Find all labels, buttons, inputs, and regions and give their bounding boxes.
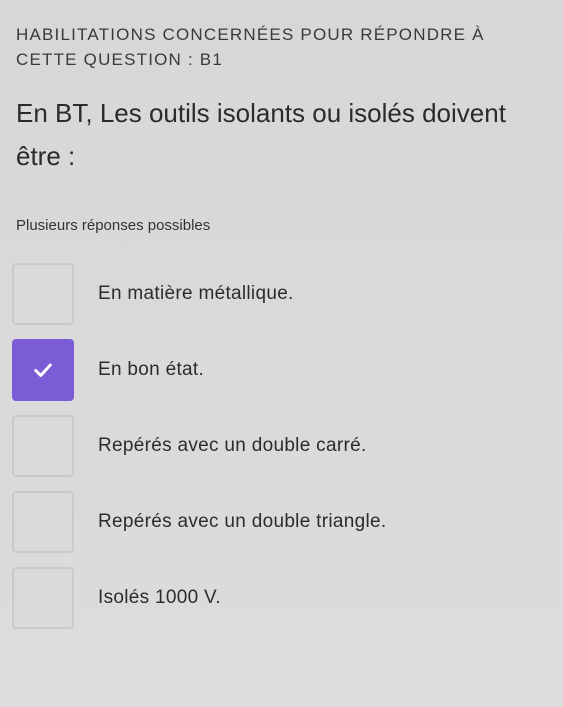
answer-options: En matière métallique. En bon état. Repé… [12,256,552,636]
checkbox-3[interactable] [12,415,74,477]
checkbox-1[interactable] [12,263,74,325]
answer-label-4: Repérés avec un double triangle. [98,511,387,532]
answer-label-2: En bon état. [98,359,205,380]
answer-label-1: En matière métallique. [98,283,294,304]
answer-option-3[interactable]: Repérés avec un double carré. [12,408,552,484]
habilitation-notice: HABILITATIONS CONCERNÉES POUR RÉPONDRE À… [16,25,485,69]
answer-label-5: Isolés 1000 V. [98,587,221,608]
quiz-screen: HABILITATIONS CONCERNÉES POUR RÉPONDRE À… [0,0,563,707]
checkbox-4[interactable] [12,491,74,553]
answer-option-4[interactable]: Repérés avec un double triangle. [12,484,552,560]
answer-label-3: Repérés avec un double carré. [98,435,367,456]
checkmark-icon [34,363,52,377]
answer-option-2[interactable]: En bon état. [12,332,552,408]
answer-option-1[interactable]: En matière métallique. [12,256,552,332]
multiple-answers-hint: Plusieurs réponses possibles [16,217,211,234]
checkbox-5[interactable] [12,567,74,629]
answer-option-5[interactable]: Isolés 1000 V. [12,560,552,636]
question-text: En BT, Les outils isolants ou isolés doi… [16,98,506,171]
checkbox-2[interactable] [12,339,74,401]
